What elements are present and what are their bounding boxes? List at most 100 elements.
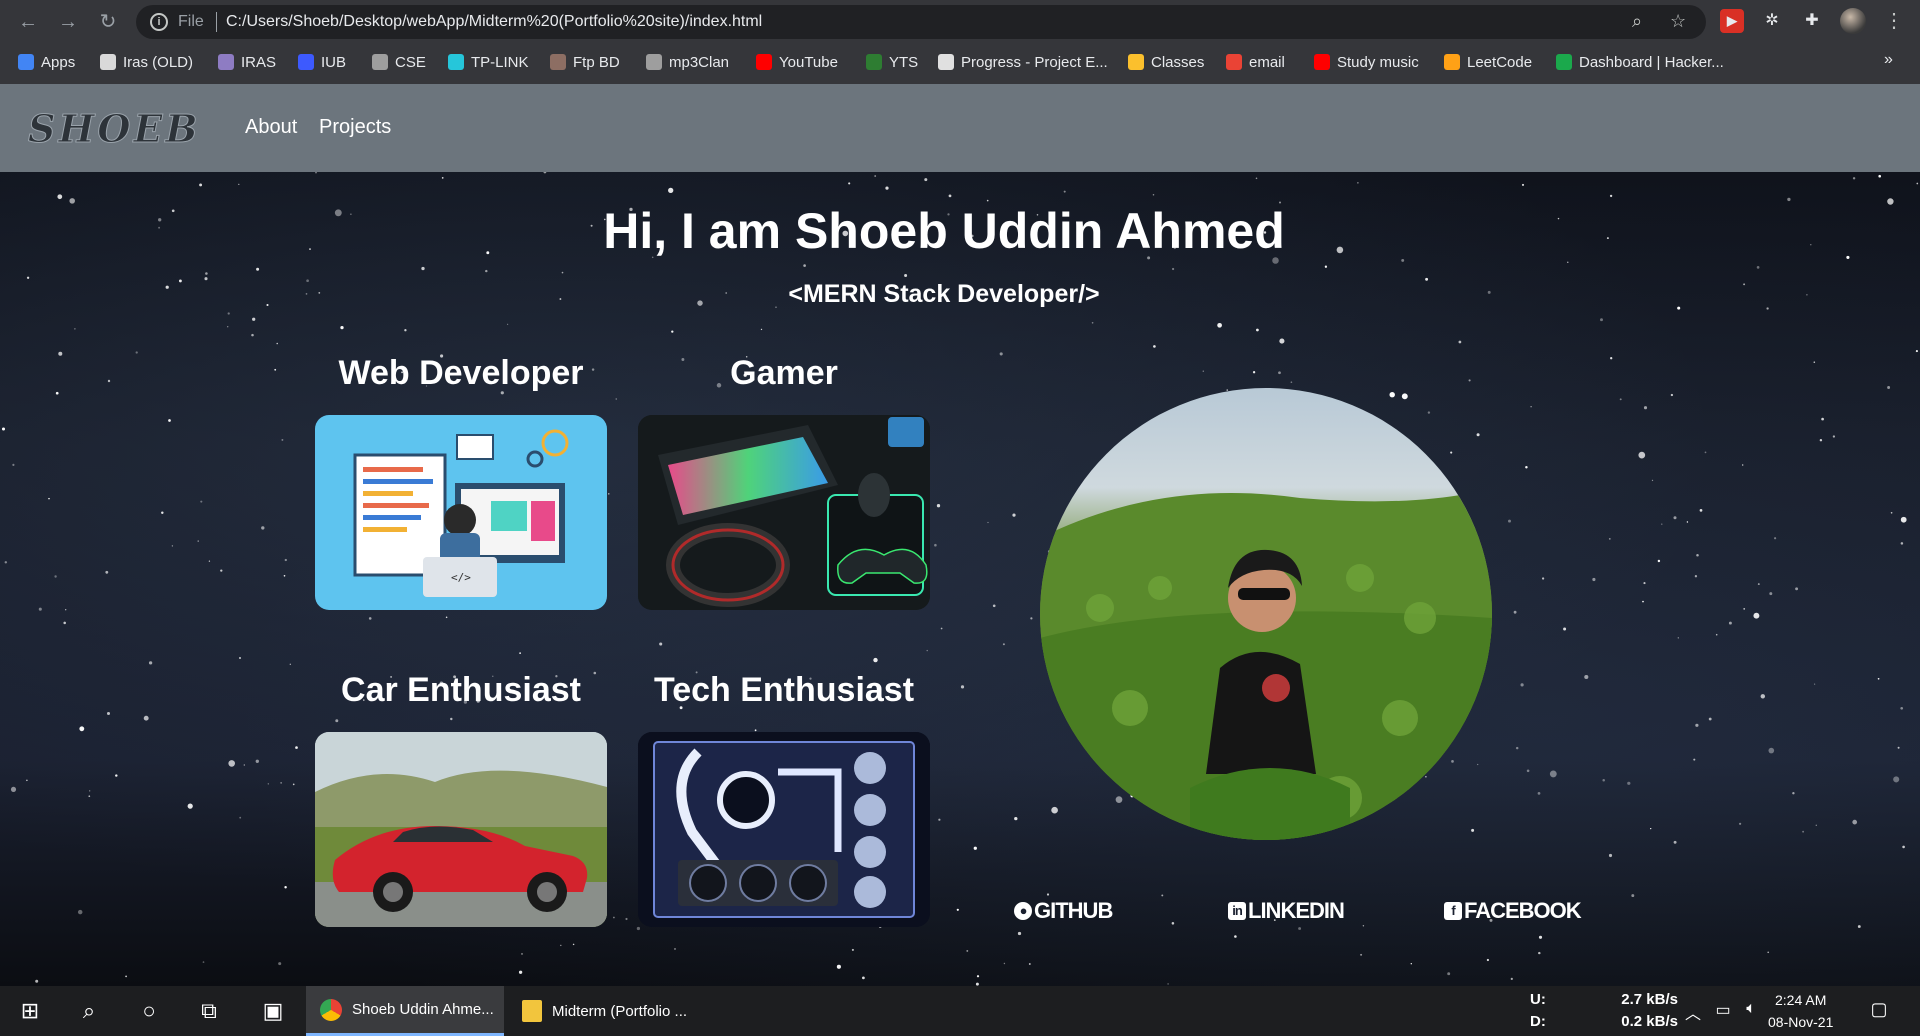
- extensions-puzzle-icon[interactable]: ✚: [1800, 9, 1824, 33]
- forward-icon[interactable]: →: [54, 8, 82, 36]
- star: [171, 545, 174, 547]
- taskbar-app-label: Midterm (Portfolio ...: [552, 1002, 688, 1020]
- github-link[interactable]: ● GITHUB: [1014, 898, 1113, 924]
- star: [608, 493, 610, 495]
- star: [904, 274, 908, 277]
- star: [1447, 972, 1451, 976]
- star: [276, 342, 278, 345]
- bookmark-iub[interactable]: IUB: [298, 50, 346, 74]
- star: [948, 194, 952, 198]
- address-bar[interactable]: i File C:/Users/Shoeb/Desktop/webApp/Mid…: [136, 5, 1706, 39]
- web-developer-image[interactable]: </>: [315, 415, 607, 610]
- star: [1486, 958, 1490, 962]
- star: [1887, 198, 1894, 205]
- tech-enthusiast-image[interactable]: [638, 732, 930, 927]
- star: [1012, 513, 1016, 517]
- search-icon[interactable]: ⌕: [74, 998, 104, 1024]
- star: [1167, 983, 1169, 985]
- taskbar-explorer-window[interactable]: Midterm (Portfolio ...: [508, 986, 704, 1036]
- star: [636, 926, 641, 931]
- star: [1742, 464, 1744, 466]
- volume-icon[interactable]: 🔈︎: [1736, 1000, 1766, 1018]
- star: [1549, 770, 1557, 778]
- bookmark-iras-old[interactable]: Iras (OLD): [100, 50, 193, 74]
- info-icon[interactable]: i: [150, 13, 168, 31]
- url-scheme-label: File: [178, 13, 204, 30]
- star: [255, 759, 259, 763]
- star: [1756, 266, 1760, 269]
- bookmark-tp-link[interactable]: TP-LINK: [448, 50, 529, 74]
- more-bookmarks-icon[interactable]: »: [1884, 51, 1893, 69]
- star: [1051, 806, 1058, 814]
- task-view-icon[interactable]: ⧉: [194, 998, 224, 1024]
- gamer-image[interactable]: [638, 415, 930, 610]
- bookmark-youtube[interactable]: YouTube: [756, 50, 838, 74]
- nav-projects-link[interactable]: Projects: [319, 116, 391, 139]
- bookmark-label: Ftp BD: [573, 53, 620, 71]
- bookmark-email[interactable]: email: [1226, 50, 1285, 74]
- bookmark-study-music[interactable]: Study music: [1314, 50, 1419, 74]
- windows-start-icon[interactable]: ⊞: [15, 998, 45, 1024]
- cortana-icon[interactable]: ○: [134, 998, 164, 1024]
- network-icon[interactable]: ▭: [1708, 1000, 1738, 1020]
- bookmark-yts[interactable]: YTS: [866, 50, 918, 74]
- clock-date: 08-Nov-21: [1768, 1014, 1834, 1030]
- back-icon[interactable]: ←: [14, 8, 42, 36]
- extension-red-icon[interactable]: ▶: [1720, 9, 1744, 33]
- bookmark-classes[interactable]: Classes: [1128, 50, 1204, 74]
- star: [519, 652, 521, 654]
- star: [1471, 828, 1475, 832]
- star: [58, 351, 63, 356]
- bookmark-ftp-bd[interactable]: Ftp BD: [550, 50, 620, 74]
- star: [926, 649, 928, 652]
- system-clock[interactable]: 2:24 AM 08-Nov-21: [1768, 989, 1833, 1033]
- bookmark-hackerrank[interactable]: Dashboard | Hacker...: [1556, 50, 1724, 74]
- extension-gear-icon[interactable]: ✲: [1760, 9, 1784, 33]
- profile-avatar[interactable]: [1840, 8, 1866, 34]
- bookmark-leetcode[interactable]: LeetCode: [1444, 50, 1532, 74]
- profile-photo: [1040, 388, 1492, 840]
- star: [873, 657, 878, 663]
- star: [1521, 183, 1525, 186]
- youtube-icon: [1314, 54, 1330, 70]
- classroom-icon: [1128, 54, 1144, 70]
- bookmark-iras[interactable]: IRAS: [218, 50, 276, 74]
- bookmark-progress[interactable]: Progress - Project E...: [938, 50, 1108, 74]
- menu-icon[interactable]: ⋮: [1884, 8, 1904, 33]
- star: [1819, 438, 1823, 442]
- star: [1171, 922, 1175, 925]
- star: [1878, 174, 1881, 178]
- bookmark-apps[interactable]: Apps: [18, 50, 75, 74]
- star: [1610, 357, 1613, 360]
- star: [1760, 694, 1766, 699]
- star: [1608, 853, 1613, 858]
- url-text[interactable]: C:/Users/Shoeb/Desktop/webApp/Midterm%20…: [226, 13, 762, 31]
- star: [450, 717, 453, 721]
- star: [885, 186, 889, 190]
- reload-icon[interactable]: ↻: [94, 8, 122, 36]
- apps-grid-icon: [18, 54, 34, 70]
- star: [1217, 322, 1222, 328]
- star: [1768, 747, 1775, 754]
- star: [1538, 935, 1543, 939]
- bookmark-mp3clan[interactable]: mp3Clan: [646, 50, 729, 74]
- pinned-app-icon[interactable]: ▣: [258, 998, 288, 1024]
- webpage-viewport: SHOEB About Projects Hi, I am Shoeb Uddi…: [0, 84, 1920, 986]
- chevron-up-icon[interactable]: ︿: [1678, 1000, 1708, 1024]
- zoom-icon[interactable]: ⌕: [1632, 11, 1642, 32]
- taskbar-chrome-window[interactable]: Shoeb Uddin Ahme...: [306, 986, 504, 1036]
- star: [973, 846, 977, 850]
- bookmark-star-icon[interactable]: ☆: [1670, 11, 1686, 32]
- nav-about-link[interactable]: About: [245, 116, 297, 139]
- car-enthusiast-image[interactable]: [315, 732, 607, 927]
- site-logo[interactable]: SHOEB: [28, 106, 201, 152]
- linkedin-link[interactable]: in LINKEDIN: [1228, 898, 1345, 924]
- bookmark-cse[interactable]: CSE: [372, 50, 426, 74]
- facebook-link[interactable]: f FACEBOOK: [1444, 898, 1582, 924]
- notification-icon[interactable]: ▢: [1864, 999, 1894, 1020]
- star: [1795, 587, 1799, 591]
- star: [1584, 674, 1589, 680]
- star: [1813, 361, 1816, 363]
- github-icon: ●: [1014, 902, 1032, 920]
- star: [1893, 776, 1900, 783]
